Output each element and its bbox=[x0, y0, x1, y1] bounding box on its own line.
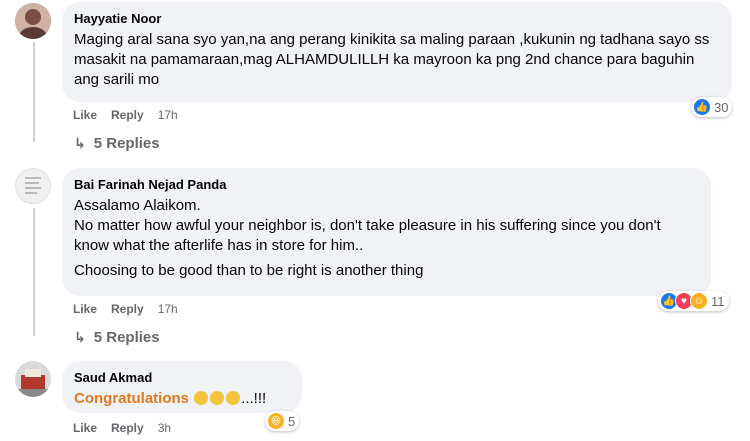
congratulations-text: Congratulations bbox=[74, 390, 189, 407]
haha-icon: 😆 bbox=[267, 412, 285, 430]
comment-text-rest: ...!!! bbox=[241, 390, 267, 407]
clap-emoji-icon bbox=[194, 391, 209, 405]
comment-author[interactable]: Bai Farinah Nejad Panda bbox=[74, 176, 699, 193]
comment-paragraph: Choosing to be good than to be right is … bbox=[74, 262, 424, 279]
comment-text: Assalamo Alaikom. No matter how awful yo… bbox=[74, 196, 699, 281]
reply-button[interactable]: Reply bbox=[111, 421, 144, 435]
like-icon: 👍 bbox=[693, 98, 711, 116]
comment-actions: Like Reply 17h bbox=[73, 108, 192, 122]
avatar[interactable] bbox=[15, 3, 51, 39]
comment-bubble: Saud Akmad Congratulations ...!!! bbox=[62, 361, 302, 413]
care-icon: ☺ bbox=[690, 292, 708, 310]
reaction-summary[interactable]: 😆 5 bbox=[265, 411, 300, 431]
comment-text: Maging aral sana syo yan,na ang perang k… bbox=[74, 30, 720, 90]
replies-label: 5 Replies bbox=[93, 135, 160, 152]
comment-timestamp[interactable]: 17h bbox=[158, 108, 178, 122]
comment-paragraph: Maging aral sana syo yan,na ang perang k… bbox=[74, 31, 710, 88]
reply-button[interactable]: Reply bbox=[111, 302, 144, 316]
comment-paragraph: Assalamo Alaikom. No matter how awful yo… bbox=[74, 197, 661, 254]
thread-line bbox=[33, 42, 35, 142]
comment-author[interactable]: Hayyatie Noor bbox=[74, 10, 720, 27]
like-button[interactable]: Like bbox=[73, 108, 97, 122]
comment-timestamp[interactable]: 3h bbox=[158, 421, 171, 435]
view-replies-link[interactable]: ↳ 5 Replies bbox=[74, 329, 160, 346]
reaction-count: 11 bbox=[711, 293, 725, 309]
view-replies-link[interactable]: ↳ 5 Replies bbox=[74, 135, 160, 152]
comment-actions: Like Reply 17h bbox=[73, 302, 192, 316]
reaction-count: 30 bbox=[714, 99, 729, 115]
reaction-count: 5 bbox=[288, 413, 296, 429]
replies-label: 5 Replies bbox=[93, 329, 160, 346]
comment-bubble: Bai Farinah Nejad Panda Assalamo Alaikom… bbox=[62, 168, 711, 296]
clap-emoji-icon bbox=[226, 391, 241, 405]
avatar[interactable] bbox=[15, 361, 51, 397]
comment-author[interactable]: Saud Akmad bbox=[74, 369, 290, 386]
reply-arrow-icon: ↳ bbox=[74, 135, 86, 151]
comment-bubble: Hayyatie Noor Maging aral sana syo yan,n… bbox=[62, 2, 732, 102]
reaction-summary[interactable]: 👍 ♥ ☺ 11 bbox=[658, 291, 729, 311]
comment-timestamp[interactable]: 17h bbox=[158, 302, 178, 316]
comment-text: Congratulations ...!!! bbox=[74, 389, 290, 409]
thread-line bbox=[33, 208, 35, 336]
like-button[interactable]: Like bbox=[73, 421, 97, 435]
like-button[interactable]: Like bbox=[73, 302, 97, 316]
reply-button[interactable]: Reply bbox=[111, 108, 144, 122]
clap-emoji-icon bbox=[210, 391, 225, 405]
comment-actions: Like Reply 3h bbox=[73, 421, 185, 435]
reaction-summary[interactable]: 👍 30 bbox=[691, 97, 733, 117]
reply-arrow-icon: ↳ bbox=[74, 329, 86, 345]
avatar[interactable] bbox=[15, 168, 51, 204]
